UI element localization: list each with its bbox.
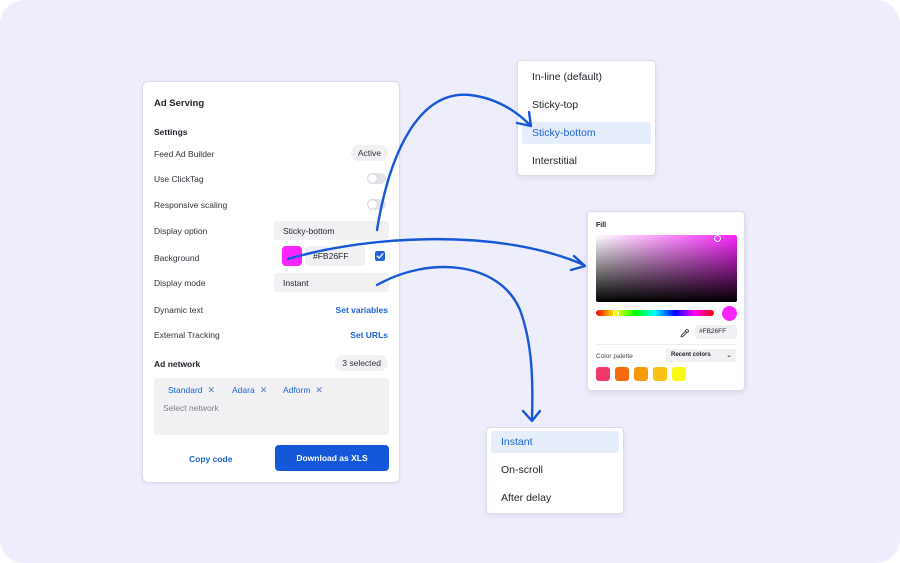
display-mode-select[interactable]: Instant — [274, 273, 389, 292]
settings-heading: Settings — [154, 127, 188, 137]
use-clicktag-toggle[interactable] — [367, 173, 386, 184]
display-option-select[interactable]: Sticky-bottom — [274, 221, 389, 240]
use-clicktag-label: Use ClickTag — [154, 174, 204, 184]
eyedropper-icon[interactable] — [680, 329, 689, 338]
menu-item-inline[interactable]: In-line (default) — [522, 66, 651, 88]
display-mode-label: Display mode — [154, 278, 206, 288]
responsive-scaling-label: Responsive scaling — [154, 200, 228, 210]
close-icon[interactable]: ✕ — [315, 385, 323, 395]
set-variables-link[interactable]: Set variables — [336, 305, 388, 315]
background-color-swatch[interactable] — [282, 246, 302, 266]
selected-count-badge: 3 selected — [335, 355, 388, 371]
ad-serving-panel: Ad Serving Settings Feed Ad Builder Acti… — [142, 81, 400, 483]
menu-item-sticky-top[interactable]: Sticky-top — [522, 94, 651, 116]
panel-title: Ad Serving — [154, 98, 205, 109]
background-checkbox[interactable] — [375, 251, 385, 261]
network-search-placeholder[interactable]: Select network — [163, 403, 219, 413]
palette-swatch[interactable] — [634, 367, 648, 381]
palette-select[interactable]: Recent colors ⌄ — [666, 349, 736, 362]
picker-hex-input[interactable]: #FB26FF — [695, 325, 737, 339]
palette-select-value: Recent colors — [671, 352, 711, 358]
copy-code-button[interactable]: Copy code — [189, 454, 232, 464]
tag-standard: Standard ✕ — [168, 385, 215, 396]
tag-adara: Adara ✕ — [232, 385, 267, 396]
chevron-down-icon: ⌄ — [726, 352, 732, 359]
tag-label: Adara — [232, 385, 255, 395]
toggle-knob — [368, 174, 377, 183]
responsive-scaling-toggle[interactable] — [367, 199, 386, 210]
hue-handle[interactable] — [613, 309, 619, 317]
tag-adform: Adform ✕ — [283, 385, 323, 396]
picker-title: Fill — [596, 222, 607, 229]
saturation-value-area[interactable] — [596, 235, 737, 302]
ad-network-multiselect[interactable]: Standard ✕ Adara ✕ Adform ✕ Select network — [154, 378, 389, 435]
menu-item-on-scroll[interactable]: On-scroll — [491, 459, 619, 481]
tag-label: Standard — [168, 385, 203, 395]
background-label: Background — [154, 253, 200, 263]
tag-label: Adform — [283, 385, 311, 395]
menu-item-sticky-bottom[interactable]: Sticky-bottom — [522, 122, 651, 144]
palette-swatch[interactable] — [672, 367, 686, 381]
saturation-handle[interactable] — [714, 235, 721, 242]
display-option-label: Display option — [154, 226, 208, 236]
close-icon[interactable]: ✕ — [208, 385, 216, 395]
menu-item-instant[interactable]: Instant — [491, 431, 619, 453]
ad-network-label: Ad network — [154, 359, 201, 369]
palette-label: Color palette — [596, 353, 633, 360]
palette-swatch[interactable] — [615, 367, 629, 381]
current-color-preview — [722, 306, 737, 321]
feed-ad-builder-label: Feed Ad Builder — [154, 149, 215, 159]
menu-item-interstitial[interactable]: Interstitial — [522, 150, 651, 172]
external-tracking-label: External Tracking — [154, 330, 220, 340]
canvas-background — [0, 0, 900, 563]
set-urls-link[interactable]: Set URLs — [350, 330, 388, 340]
menu-item-after-delay[interactable]: After delay — [491, 487, 619, 509]
close-icon[interactable]: ✕ — [260, 385, 268, 395]
dynamic-text-label: Dynamic text — [154, 305, 204, 315]
display-option-menu: In-line (default) Sticky-top Sticky-bott… — [517, 60, 656, 176]
divider — [596, 344, 736, 345]
palette-swatch[interactable] — [653, 367, 667, 381]
palette-swatch[interactable] — [596, 367, 610, 381]
color-picker: Fill #FB26FF Color palette Recent colors… — [587, 211, 745, 391]
toggle-knob — [368, 200, 377, 209]
display-mode-menu: Instant On-scroll After delay — [486, 427, 624, 514]
check-icon — [376, 253, 384, 259]
background-hex-input[interactable]: #FB26FF — [305, 246, 365, 266]
status-badge: Active — [350, 145, 388, 161]
download-xls-button[interactable]: Download as XLS — [275, 445, 389, 471]
